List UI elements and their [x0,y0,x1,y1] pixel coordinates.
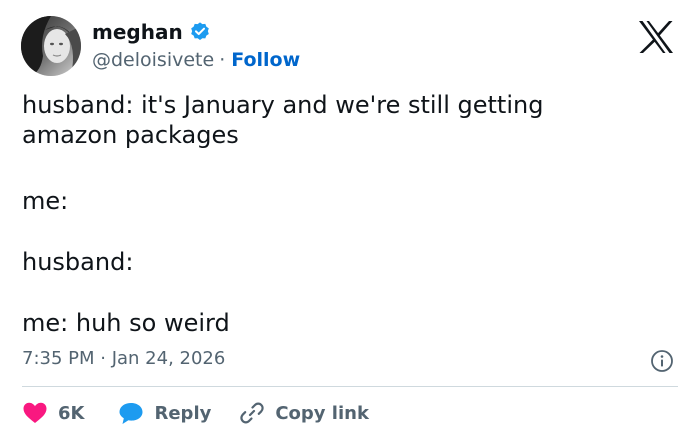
verified-badge-icon [190,22,209,40]
reply-label: Reply [154,402,212,424]
tweet-line-4: me: huh so weird [22,309,230,337]
display-name[interactable]: meghan [92,20,183,44]
tweet-line-3: husband: [22,248,134,276]
copy-link-button[interactable]: Copy link [239,400,369,426]
copy-link-label: Copy link [275,402,369,424]
tweet-line-2: me: [22,187,69,215]
action-bar: 6K Reply Copy link [22,398,369,428]
user-handle[interactable]: @deloisivete [92,49,214,71]
link-icon [240,402,265,424]
x-logo-icon[interactable] [636,19,676,55]
avatar[interactable] [21,16,81,76]
like-count: 6K [58,402,85,424]
info-icon[interactable] [650,349,674,373]
author-name-row: meghan [92,19,211,45]
tweet-line-1: husband: it's January and we're still ge… [22,91,544,149]
handle-row: @deloisivete · Follow [92,47,300,73]
reply-bubble-icon [119,403,143,424]
heart-icon [23,402,47,423]
reply-button[interactable]: Reply [118,401,239,425]
separator-dot: · [219,49,226,71]
follow-button[interactable]: Follow [231,49,300,71]
divider [22,386,678,387]
avatar-photo [21,16,81,76]
tweet-timestamp[interactable]: 7:35 PM · Jan 24, 2026 [22,348,225,369]
like-button[interactable]: 6K [22,401,118,425]
